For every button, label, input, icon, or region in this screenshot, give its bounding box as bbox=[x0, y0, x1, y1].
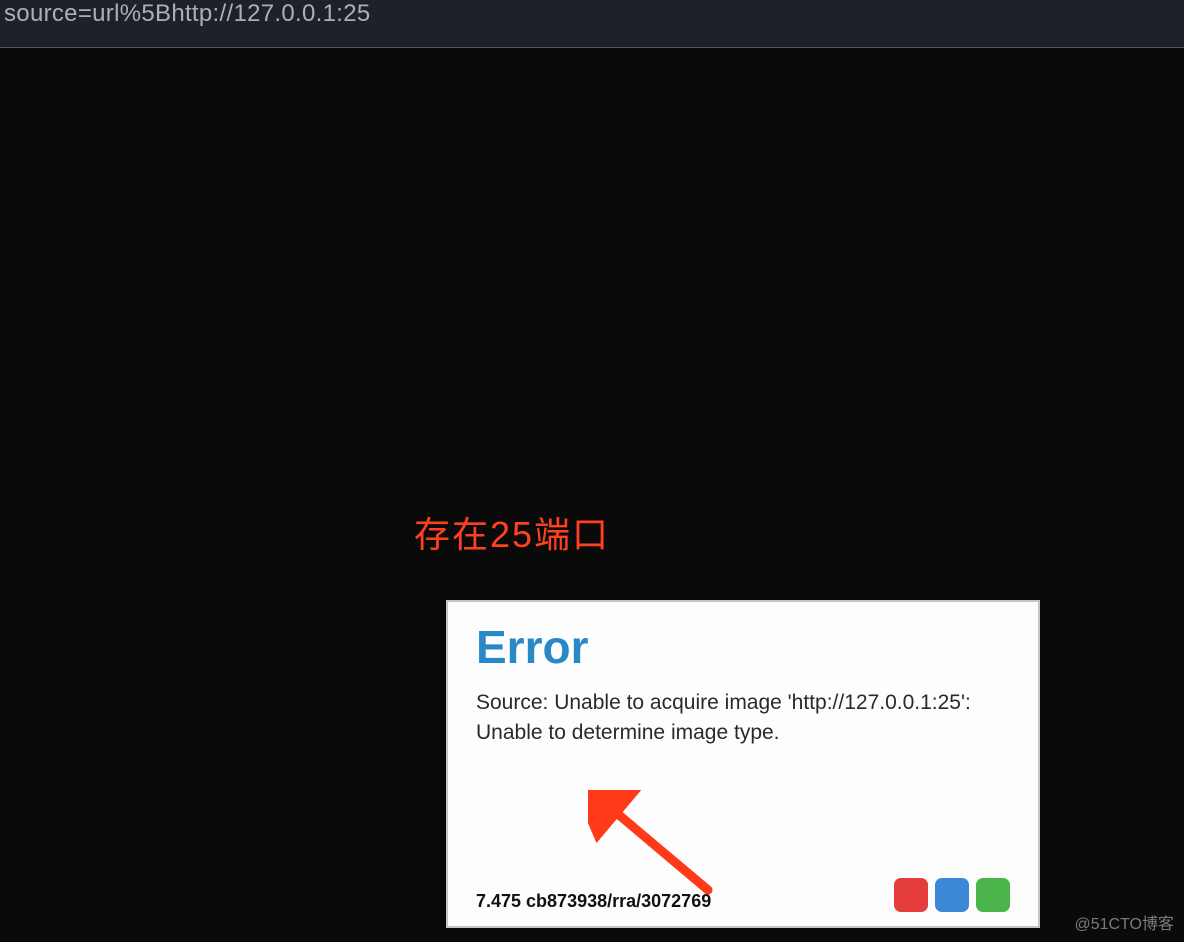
error-box: Error Source: Unable to acquire image 'h… bbox=[446, 600, 1040, 928]
url-bar[interactable]: source=url%5Bhttp://127.0.0.1:25 bbox=[0, 0, 1184, 48]
watermark-text: @51CTO博客 bbox=[1074, 910, 1174, 934]
error-footer: 7.475 cb873938/rra/3072769 bbox=[476, 878, 1010, 912]
error-version-text: 7.475 cb873938/rra/3072769 bbox=[476, 891, 711, 912]
error-title: Error bbox=[476, 624, 1010, 670]
square-red-icon bbox=[894, 878, 928, 912]
square-blue-icon bbox=[935, 878, 969, 912]
error-message: Source: Unable to acquire image 'http://… bbox=[476, 688, 996, 748]
content-area: 存在25端口 Error Source: Unable to acquire i… bbox=[0, 48, 1184, 942]
url-text: source=url%5Bhttp://127.0.0.1:25 bbox=[4, 0, 371, 28]
square-green-icon bbox=[976, 878, 1010, 912]
annotation-label: 存在25端口 bbox=[414, 506, 610, 558]
color-squares bbox=[894, 878, 1010, 912]
